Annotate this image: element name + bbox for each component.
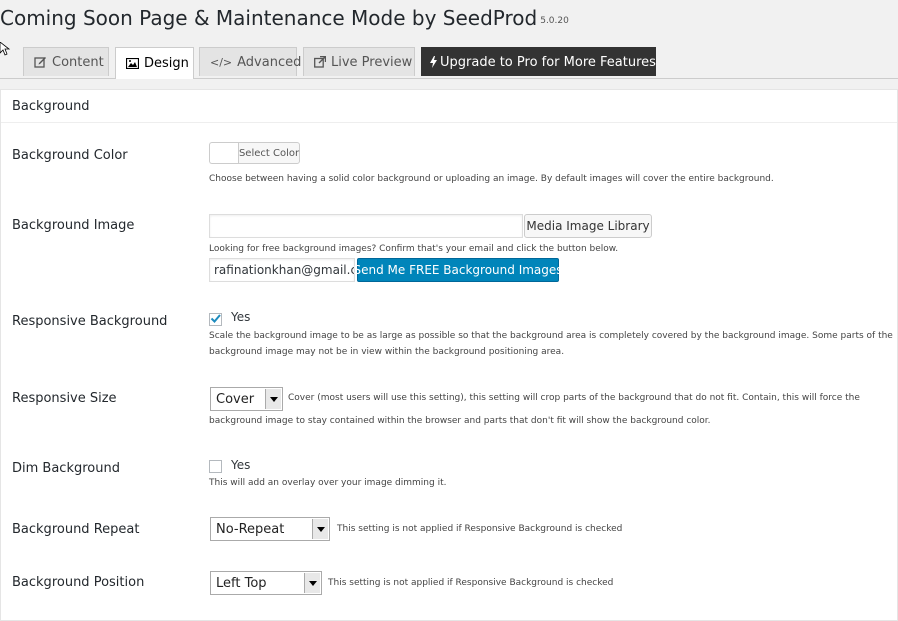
responsive-bg-desc-1: Scale the background image to be as larg…	[209, 331, 893, 341]
section-header: Background	[1, 90, 897, 123]
bg-repeat-select[interactable]: No-Repeat	[210, 517, 330, 541]
section-title: Background	[12, 99, 90, 114]
chevron-down-icon	[304, 573, 320, 593]
external-link-icon	[314, 56, 326, 68]
dim-bg-checkbox[interactable]	[209, 460, 222, 473]
chevron-down-icon	[265, 389, 281, 409]
tab-content[interactable]: Content	[23, 47, 109, 76]
bg-image-url-input[interactable]	[209, 214, 523, 238]
edit-icon	[34, 56, 47, 68]
tab-design[interactable]: Design	[115, 47, 194, 79]
tab-live-preview[interactable]: Live Preview	[303, 47, 415, 76]
bg-color-desc: Choose between having a solid color back…	[209, 174, 774, 184]
bg-repeat-value: No-Repeat	[216, 521, 285, 537]
tab-advanced-label: Advanced	[237, 54, 302, 70]
tab-upgrade-pro[interactable]: Upgrade to Pro for More Features	[421, 47, 656, 76]
dim-bg-yes: Yes	[231, 458, 251, 472]
bg-color-label: Background Color	[12, 148, 128, 163]
bg-position-desc: This setting is not applied if Responsiv…	[328, 578, 614, 588]
image-icon	[126, 58, 139, 69]
responsive-bg-label: Responsive Background	[12, 314, 168, 329]
dim-bg-desc: This will add an overlay over your image…	[209, 478, 447, 488]
tab-upgrade-pro-label: Upgrade to Pro for More Features	[440, 54, 656, 70]
bg-image-desc: Looking for free background images? Conf…	[209, 244, 619, 254]
responsive-bg-desc-2: background image may not be in view with…	[209, 347, 565, 357]
select-color-button[interactable]: Select Color	[238, 142, 300, 164]
dim-bg-label: Dim Background	[12, 461, 120, 476]
tab-advanced[interactable]: </> Advanced	[199, 47, 301, 76]
tab-live-preview-label: Live Preview	[331, 54, 413, 70]
bg-position-label: Background Position	[12, 575, 145, 590]
responsive-size-label: Responsive Size	[12, 391, 117, 406]
media-library-button[interactable]: Media Image Library	[524, 214, 652, 238]
bg-image-label: Background Image	[12, 218, 135, 233]
code-icon: </>	[210, 55, 233, 69]
responsive-bg-checkbox[interactable]	[209, 313, 222, 326]
version-label: 5.0.20	[540, 16, 569, 26]
chevron-down-icon	[312, 519, 328, 539]
bg-repeat-label: Background Repeat	[12, 522, 140, 537]
responsive-bg-yes: Yes	[231, 310, 251, 324]
send-free-images-button[interactable]: Send Me FREE Background Images	[353, 258, 563, 282]
color-swatch[interactable]	[209, 142, 239, 164]
tab-bar: Content Design </> Advanced Live Preview…	[0, 47, 898, 79]
checkmark-icon	[210, 314, 221, 323]
responsive-size-value: Cover	[216, 391, 255, 407]
bg-position-select[interactable]: Left Top	[210, 571, 322, 595]
responsive-size-desc-2: background image to stay contained withi…	[209, 416, 711, 426]
tab-design-label: Design	[144, 56, 189, 71]
bolt-icon	[430, 56, 437, 68]
settings-panel: Background Background Color Select Color…	[0, 89, 898, 621]
email-input[interactable]: rafinationkhan@gmail.c	[209, 258, 355, 282]
bg-position-value: Left Top	[216, 575, 267, 591]
page-title: Coming Soon Page & Maintenance Mode by S…	[0, 6, 569, 30]
responsive-size-select[interactable]: Cover	[210, 387, 283, 411]
bg-repeat-desc: This setting is not applied if Responsiv…	[337, 524, 623, 534]
responsive-size-desc-1: Cover (most users will use this setting)…	[288, 393, 860, 403]
tab-content-label: Content	[52, 54, 104, 70]
page-title-text: Coming Soon Page & Maintenance Mode by S…	[0, 6, 538, 30]
